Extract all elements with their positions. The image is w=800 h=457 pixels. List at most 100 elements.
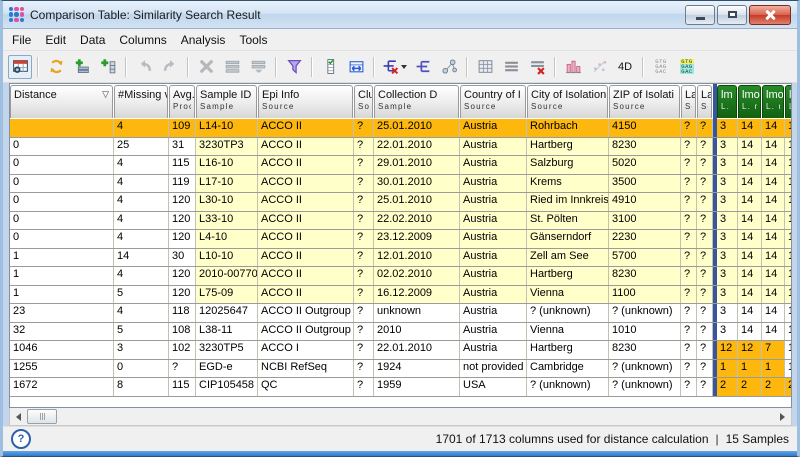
cell[interactable]: 2 [762,378,785,396]
cell[interactable]: 14 [762,323,785,341]
cell[interactable]: 3 [114,341,169,359]
cell[interactable]: Salzburg [527,156,609,174]
cell[interactable]: ? [354,341,374,359]
cell[interactable]: 3230TP3 [196,138,258,156]
cell[interactable]: 1 [10,267,114,285]
cell[interactable]: 4150 [609,119,681,137]
cell[interactable]: ACCO II [258,193,354,211]
column-header-epi-info[interactable]: Epi InfoSource [258,84,354,119]
row-list-icon[interactable] [220,55,244,79]
scroll-right-button[interactable] [774,409,791,424]
cell[interactable]: USA [460,378,527,396]
cell[interactable]: 120 [169,193,196,211]
cell[interactable]: ACCO II [258,286,354,304]
table-row[interactable]: 16728115CIP105458QC?1959USA? (unknown)? … [10,378,791,397]
cell[interactable]: ? [681,267,697,285]
refresh-icon[interactable] [44,55,68,79]
cell[interactable]: 1924 [374,360,460,378]
cell[interactable]: L16-10 [196,156,258,174]
cell[interactable]: ? [697,156,713,174]
cell[interactable]: ? [681,323,697,341]
sequence-text-icon[interactable]: GTGGAGGAC [649,55,673,79]
cell[interactable]: 14 [738,304,762,322]
cell[interactable]: ? [681,138,697,156]
menu-tools[interactable]: Tools [232,31,274,49]
sequence-text-colored-icon[interactable]: GTGGAGGAC [675,55,699,79]
cell[interactable]: 1 [10,249,114,267]
profile-chart-icon[interactable] [561,55,585,79]
minimize-button[interactable] [685,5,715,25]
cell[interactable]: 8 [114,378,169,396]
cell[interactable]: ? (unknown) [609,378,681,396]
cell[interactable]: 4 [114,267,169,285]
cell[interactable]: 0 [10,138,114,156]
cell[interactable]: L38-11 [196,323,258,341]
cell[interactable]: 4 [114,212,169,230]
cell[interactable]: ? [697,304,713,322]
cell[interactable]: ? (unknown) [609,304,681,322]
cell[interactable]: CIP105458 [196,378,258,396]
cell[interactable]: ? [354,119,374,137]
cell[interactable]: 120 [169,212,196,230]
cell[interactable]: 3 [717,119,738,137]
table-row[interactable]: 104631023230TP5ACCO I?22.01.2010AustriaH… [10,341,791,360]
table-row[interactable]: 12550?EGD-eNCBI RefSeq?1924not providedC… [10,360,791,379]
cell[interactable]: Austria [460,323,527,341]
cell[interactable]: 3 [717,323,738,341]
cell[interactable]: 0 [114,360,169,378]
cell[interactable]: ? [169,360,196,378]
cell[interactable]: Vienna [527,323,609,341]
cell[interactable]: 109 [169,119,196,137]
cell[interactable]: ? [354,230,374,248]
cell[interactable]: L4-10 [196,230,258,248]
cell[interactable]: Austria [460,249,527,267]
column-header-zip-of-isolati[interactable]: ZIP of IsolatiSource [609,84,681,119]
cell[interactable]: 2230 [609,230,681,248]
cell[interactable]: 14 [762,249,785,267]
table-row[interactable]: 15120L75-09ACCO II?16.12.2009AustriaVien… [10,286,791,305]
cell[interactable]: ? [681,249,697,267]
prune-branch-icon[interactable] [411,55,435,79]
cell[interactable]: QC [258,378,354,396]
cell[interactable]: unknown [374,304,460,322]
cell[interactable]: 14 [762,286,785,304]
cell[interactable]: 2010 [374,323,460,341]
cell[interactable]: 25.01.2010 [374,119,460,137]
cell[interactable]: Austria [460,119,527,137]
column-header-la[interactable]: LaSo [681,84,697,119]
cell[interactable]: 02.02.2010 [374,267,460,285]
cell[interactable]: 3 [717,156,738,174]
cell[interactable]: 5 [114,286,169,304]
prune-branch-dropdown-icon[interactable] [380,55,409,79]
export-image-icon[interactable] [8,55,32,79]
list-remove-icon[interactable] [525,55,549,79]
cell[interactable]: 1 [785,212,792,230]
cell[interactable]: 12.01.2010 [374,249,460,267]
network-icon[interactable] [437,55,461,79]
menu-analysis[interactable]: Analysis [174,31,233,49]
cell[interactable]: 30 [169,249,196,267]
cell[interactable]: Ried im Innkreis [527,193,609,211]
cell[interactable]: ACCO II [258,156,354,174]
close-button[interactable] [749,5,791,25]
cell[interactable]: 0 [10,175,114,193]
cell[interactable]: 14 [762,267,785,285]
cell[interactable]: Krems [527,175,609,193]
cell[interactable]: Austria [460,304,527,322]
cell[interactable]: 118 [169,304,196,322]
cell[interactable]: not provided [460,360,527,378]
table-row[interactable]: 04120L30-10ACCO II?25.01.2010AustriaRied… [10,193,791,212]
row-list-expand-icon[interactable] [246,55,270,79]
horizontal-scrollbar[interactable] [9,408,792,426]
cell[interactable]: Austria [460,156,527,174]
cell[interactable]: 8230 [609,138,681,156]
cell[interactable]: 22.01.2010 [374,341,460,359]
cell[interactable]: ? [681,175,697,193]
cell[interactable]: 25 [114,138,169,156]
cell[interactable]: 1 [785,119,792,137]
cell[interactable]: 0 [10,212,114,230]
cell[interactable]: 1 [717,360,738,378]
cell[interactable]: 23 [10,304,114,322]
cell[interactable]: Hartberg [527,267,609,285]
cell[interactable]: ? [354,138,374,156]
